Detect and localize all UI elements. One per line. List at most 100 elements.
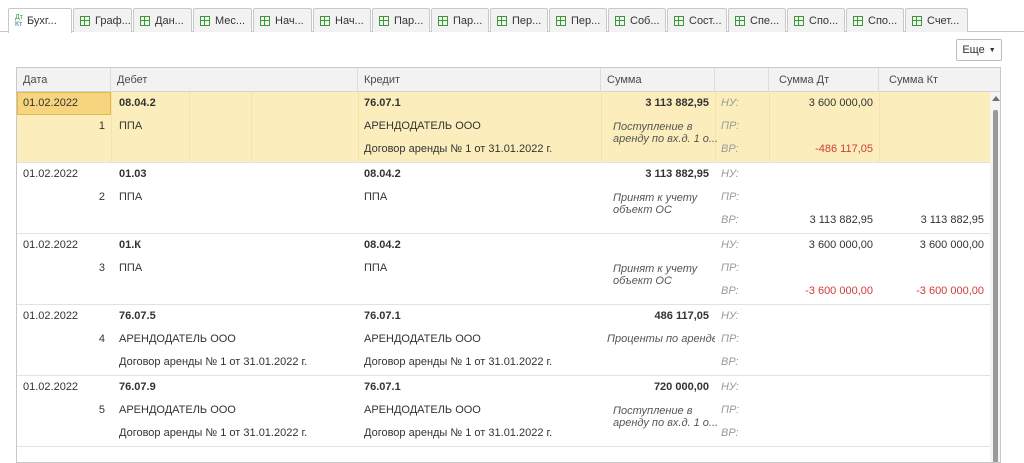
nu-label: НУ: bbox=[721, 168, 739, 180]
nu-label: НУ: bbox=[721, 310, 739, 322]
table-row[interactable]: 01.02.2022 5 76.07.9 АРЕНДОДАТЕЛЬ ООО До… bbox=[17, 376, 990, 447]
tab-11[interactable]: Сост... bbox=[667, 8, 727, 32]
tab-5[interactable]: Нач... bbox=[313, 8, 371, 32]
credit-subconto-1: АРЕНДОДАТЕЛЬ ООО bbox=[364, 120, 481, 132]
credit-subconto-1: ППА bbox=[364, 262, 388, 274]
vr-sum-dt: 3 113 882,95 bbox=[809, 214, 873, 226]
nu-sum-dt: 3 600 000,00 bbox=[808, 97, 873, 109]
tab-4[interactable]: Нач... bbox=[253, 8, 312, 32]
tab-13[interactable]: Спо... bbox=[787, 8, 845, 32]
nu-label: НУ: bbox=[721, 381, 739, 393]
tab-bar: Дт Кт Бухг... Граф... Дан... Мес... Нач..… bbox=[0, 8, 1024, 33]
table-icon bbox=[438, 15, 448, 26]
entry-number: 4 bbox=[98, 333, 105, 345]
tab-12[interactable]: Спе... bbox=[728, 8, 786, 32]
entry-date: 01.02.2022 bbox=[23, 310, 79, 322]
table-row[interactable]: 01.02.2022 1 08.04.2 ППА 76.07.1 АРЕНДОД… bbox=[17, 92, 990, 163]
tab-8[interactable]: Пер... bbox=[490, 8, 548, 32]
tab-7[interactable]: Пар... bbox=[431, 8, 489, 32]
tab-15[interactable]: Счет... bbox=[905, 8, 968, 32]
header-date[interactable]: Дата bbox=[17, 68, 111, 92]
header-sum-dt[interactable]: Сумма Дт bbox=[769, 68, 879, 92]
table-icon bbox=[497, 15, 507, 26]
debit-subconto-2: Договор аренды № 1 от 31.01.2022 г. bbox=[119, 427, 308, 439]
tab-label: Спе... bbox=[750, 14, 780, 27]
header-sum[interactable]: Сумма bbox=[601, 68, 715, 92]
tab-label: Пар... bbox=[394, 14, 424, 27]
tab-label: Спо... bbox=[868, 14, 898, 27]
credit-account: 76.07.1 bbox=[364, 97, 401, 109]
debit-account: 76.07.5 bbox=[119, 310, 156, 322]
entry-number: 5 bbox=[98, 404, 105, 416]
table-icon bbox=[556, 15, 566, 26]
entry-sum: 720 000,00 bbox=[653, 381, 709, 393]
table-icon bbox=[200, 15, 210, 26]
tab-1[interactable]: Граф... bbox=[73, 8, 132, 32]
credit-account: 08.04.2 bbox=[364, 239, 401, 251]
credit-subconto-1: ППА bbox=[364, 191, 388, 203]
header-sum-kt[interactable]: Сумма Кт bbox=[879, 68, 1000, 92]
entry-date: 01.02.2022 bbox=[23, 168, 79, 180]
entry-sum: 486 117,05 bbox=[654, 310, 709, 322]
more-button[interactable]: Еще ▼ bbox=[956, 39, 1002, 61]
vr-label: ВР: bbox=[721, 427, 739, 439]
tab-label: Нач... bbox=[335, 14, 364, 27]
debit-credit-icon: Дт Кт bbox=[15, 14, 23, 28]
nu-sum-kt: 3 600 000,00 bbox=[919, 239, 984, 251]
debit-subconto-1: ППА bbox=[119, 262, 143, 274]
tab-label: Счет... bbox=[927, 14, 960, 27]
scroll-up-icon[interactable] bbox=[992, 96, 1000, 101]
entries-table[interactable]: Дата Дебет Кредит Сумма Сумма Дт Сумма К… bbox=[16, 67, 1001, 463]
nu-label: НУ: bbox=[721, 97, 739, 109]
credit-subconto-2: Договор аренды № 1 от 31.01.2022 г. bbox=[364, 143, 553, 155]
debit-account: 76.07.9 bbox=[119, 381, 156, 393]
debit-subconto-1: АРЕНДОДАТЕЛЬ ООО bbox=[119, 333, 236, 345]
tab-label: Пер... bbox=[512, 14, 542, 27]
tab-6[interactable]: Пар... bbox=[372, 8, 430, 32]
scrollbar-thumb[interactable] bbox=[993, 110, 998, 462]
table-icon bbox=[320, 15, 330, 26]
chevron-down-icon: ▼ bbox=[988, 46, 996, 54]
table-row[interactable]: 01.02.2022 4 76.07.5 АРЕНДОДАТЕЛЬ ООО До… bbox=[17, 305, 990, 376]
tab-2[interactable]: Дан... bbox=[133, 8, 192, 32]
tab-label: Нач... bbox=[275, 14, 304, 27]
debit-subconto-2: Договор аренды № 1 от 31.01.2022 г. bbox=[119, 356, 308, 368]
entry-date: 01.02.2022 bbox=[23, 239, 79, 251]
header-credit[interactable]: Кредит bbox=[358, 68, 601, 92]
table-icon bbox=[80, 15, 90, 26]
table-icon bbox=[912, 15, 922, 26]
header-debit[interactable]: Дебет bbox=[111, 68, 358, 92]
table-row[interactable]: 01.02.2022 3 01.К ППА 08.04.2 ППА Принят… bbox=[17, 234, 990, 305]
vertical-scrollbar[interactable] bbox=[990, 92, 1000, 462]
tab-3[interactable]: Мес... bbox=[193, 8, 252, 32]
vr-sum-dt: -3 600 000,00 bbox=[805, 285, 873, 297]
more-button-label: Еще bbox=[962, 44, 985, 56]
table-row[interactable]: 01.02.2022 2 01.03 ППА 08.04.2 ППА 3 113… bbox=[17, 163, 990, 234]
debit-subconto-1: ППА bbox=[119, 191, 143, 203]
debit-subconto-1: ППА bbox=[119, 120, 143, 132]
vr-label: ВР: bbox=[721, 143, 739, 155]
tab-label: Спо... bbox=[809, 14, 839, 27]
tab-10[interactable]: Соб... bbox=[608, 8, 666, 32]
table-icon bbox=[674, 15, 684, 26]
entry-date: 01.02.2022 bbox=[23, 381, 79, 393]
vr-label: ВР: bbox=[721, 214, 739, 226]
credit-subconto-1: АРЕНДОДАТЕЛЬ ООО bbox=[364, 404, 481, 416]
tab-9[interactable]: Пер... bbox=[549, 8, 607, 32]
tab-label: Пар... bbox=[453, 14, 483, 27]
entry-number: 3 bbox=[98, 262, 105, 274]
tab-14[interactable]: Спо... bbox=[846, 8, 904, 32]
pr-label: ПР: bbox=[721, 262, 740, 274]
header-type[interactable] bbox=[715, 68, 769, 92]
table-header: Дата Дебет Кредит Сумма Сумма Дт Сумма К… bbox=[17, 68, 1000, 92]
table-icon bbox=[735, 15, 745, 26]
tab-label: Бухг... bbox=[26, 15, 57, 27]
tab-label: Мес... bbox=[215, 14, 246, 27]
entry-content: Поступление в аренду по вх.д. 1 о... bbox=[613, 121, 719, 145]
table-icon bbox=[379, 15, 389, 26]
table-icon bbox=[615, 15, 625, 26]
tab-accounting-entries[interactable]: Дт Кт Бухг... bbox=[8, 8, 72, 33]
credit-subconto-2: Договор аренды № 1 от 31.01.2022 г. bbox=[364, 356, 553, 368]
table-icon bbox=[794, 15, 804, 26]
tab-label: Дан... bbox=[155, 14, 184, 27]
